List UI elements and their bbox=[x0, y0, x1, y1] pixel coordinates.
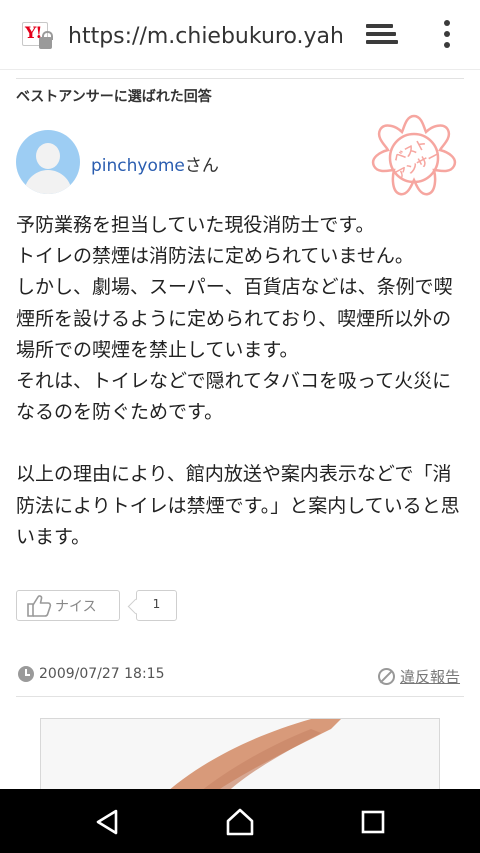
arm-photo bbox=[41, 719, 439, 797]
section-divider-bottom bbox=[16, 696, 464, 697]
section-divider-top bbox=[16, 78, 464, 79]
home-icon[interactable] bbox=[223, 805, 257, 839]
clock-icon bbox=[18, 666, 34, 682]
browser-url-bar: Y! https://m.chiebukuro.yahoo.co.jp bbox=[0, 0, 480, 70]
nice-button-label: ナイス bbox=[55, 599, 97, 615]
answer-body: 予防業務を担当していた現役消防士です。 トイレの禁煙は消防法に定められていません… bbox=[16, 210, 468, 553]
tabs-icon[interactable] bbox=[366, 24, 400, 48]
nice-button[interactable]: ナイス bbox=[16, 590, 120, 621]
answerer-name[interactable]: pinchyome bbox=[91, 156, 185, 176]
answer-paragraph-2: 以上の理由により、館内放送や案内表示などで「消防法によりトイレは禁煙です。」と案… bbox=[16, 463, 460, 548]
answerer-name-link[interactable]: pinchyomeさん bbox=[91, 151, 219, 176]
answerer-suffix: さん bbox=[184, 156, 219, 176]
best-answer-seal-icon: ベスト アンサー bbox=[371, 114, 457, 196]
recents-square-icon[interactable] bbox=[356, 805, 390, 839]
section-title: ベストアンサーに選ばれた回答 bbox=[16, 89, 212, 105]
lock-icon bbox=[39, 31, 53, 49]
back-triangle-icon[interactable] bbox=[90, 805, 124, 839]
answer-timestamp: 2009/07/27 18:15 bbox=[39, 666, 165, 682]
system-navigation-bar bbox=[0, 789, 480, 853]
thumbs-up-icon bbox=[27, 595, 52, 617]
nice-count: 1 bbox=[152, 597, 161, 611]
overflow-menu-icon[interactable] bbox=[440, 20, 454, 50]
answer-paragraph-1: 予防業務を担当していた現役消防士です。 トイレの禁煙は消防法に定められていません… bbox=[16, 214, 453, 424]
yahoo-favicon-icon[interactable]: Y! bbox=[22, 22, 56, 52]
nice-count-badge: 1 bbox=[136, 590, 177, 621]
default-avatar-icon[interactable] bbox=[16, 130, 80, 194]
avatar-shoulders bbox=[24, 170, 72, 194]
avatar-head bbox=[36, 143, 60, 169]
prohibited-icon bbox=[378, 668, 395, 685]
url-field[interactable]: https://m.chiebukuro.yahoo.co.jp bbox=[68, 20, 342, 54]
report-violation-label[interactable]: 違反報告 bbox=[400, 666, 460, 687]
ad-image[interactable] bbox=[40, 718, 440, 798]
